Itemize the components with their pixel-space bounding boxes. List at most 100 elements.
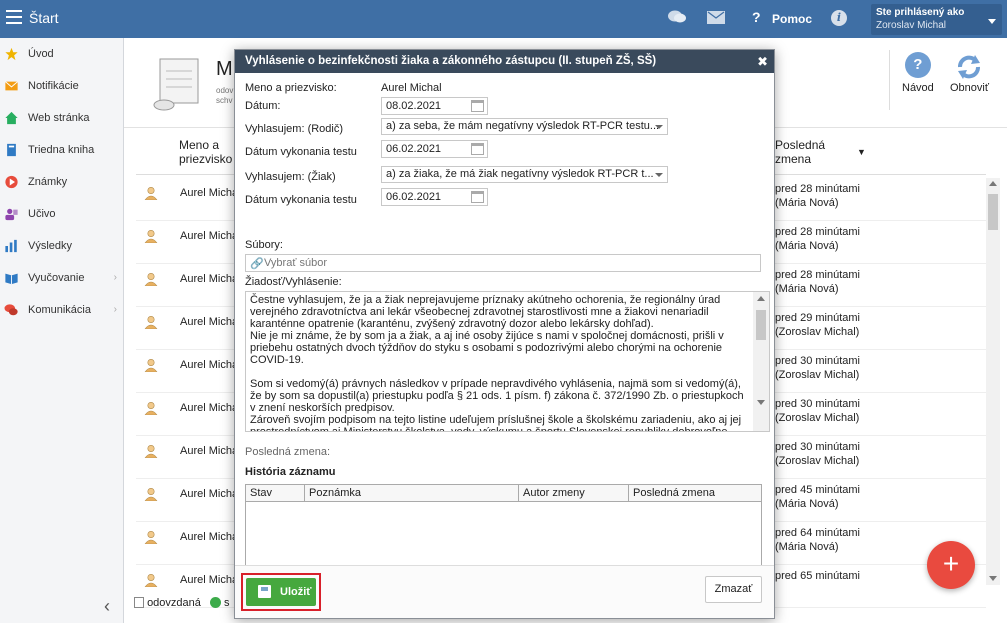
- column-header[interactable]: Stav: [246, 485, 305, 501]
- name-label: Meno a priezvisko:: [245, 82, 337, 94]
- dialog-title: Vyhlásenie o bezinfekčnosti žiaka a záko…: [245, 55, 657, 67]
- sidebar-item-label: Komunikácia: [28, 304, 91, 316]
- sidebar-item-label: Úvod: [28, 48, 54, 60]
- date-field[interactable]: 08.02.2021: [381, 97, 488, 115]
- bar-chart-icon: [5, 239, 17, 253]
- top-bar: Štart ? Pomoc i Ste prihlásený ako Zoros…: [0, 0, 1007, 38]
- sidebar-item-triedna-kniha[interactable]: Triedna kniha: [0, 134, 123, 166]
- chat-bubbles-icon: [4, 304, 18, 316]
- row-last-change: pred 30 minútami (Zoroslav Michal): [775, 441, 860, 467]
- person-icon: [144, 573, 158, 587]
- document-scroll-icon: [153, 58, 199, 111]
- dropdown-arrow-icon: [655, 173, 663, 177]
- save-button[interactable]: Uložiť: [246, 578, 316, 606]
- request-label: Žiadosť/Vyhlásenie:: [245, 276, 342, 288]
- dropdown-arrow-icon: [655, 125, 663, 129]
- sidebar-item-label: Vyučovanie: [28, 272, 85, 284]
- sidebar-item-ucivo[interactable]: Učivo: [0, 198, 123, 230]
- row-name[interactable]: Aurel Micha: [180, 445, 238, 457]
- scroll-thumb[interactable]: [756, 310, 766, 340]
- question-icon: ?: [904, 52, 931, 78]
- chevron-right-icon: ›: [113, 272, 117, 283]
- sidebar-item-vyucovanie[interactable]: Vyučovanie ›: [0, 262, 123, 294]
- row-name[interactable]: Aurel Micha: [180, 230, 238, 242]
- sidebar-item-komunikacia[interactable]: Komunikácia ›: [0, 294, 123, 326]
- close-icon[interactable]: ✖: [757, 50, 768, 73]
- row-name[interactable]: Aurel Micha: [180, 273, 238, 285]
- sidebar-item-label: Výsledky: [28, 240, 73, 252]
- last-change-label: Posledná zmena:: [245, 446, 330, 458]
- row-name[interactable]: Aurel Micha: [180, 359, 238, 371]
- row-name[interactable]: Aurel Micha: [180, 488, 238, 500]
- sidebar-item-label: Notifikácie: [28, 80, 79, 92]
- person-icon: [144, 358, 158, 372]
- row-name[interactable]: Aurel Micha: [180, 316, 238, 328]
- row-last-change: pred 28 minútami (Mária Nová): [775, 183, 860, 209]
- row-name[interactable]: Aurel Micha: [180, 531, 238, 543]
- user-menu[interactable]: Ste prihlásený ako Zoroslav Michal: [871, 4, 1002, 35]
- column-header[interactable]: Autor zmeny: [519, 485, 629, 501]
- row-name[interactable]: Aurel Micha: [180, 187, 238, 199]
- scroll-thumb[interactable]: [988, 194, 998, 230]
- column-header-name[interactable]: Meno a priezvisko: [179, 138, 232, 166]
- sidebar-item-label: Web stránka: [28, 112, 90, 124]
- column-header[interactable]: Posledná zmena: [629, 485, 760, 501]
- calendar-icon[interactable]: [471, 143, 484, 155]
- sidebar-item-vysledky[interactable]: Výsledky: [0, 230, 123, 262]
- page-subtitle: odov schv: [216, 86, 234, 105]
- row-last-change: pred 29 minútami (Zoroslav Michal): [775, 312, 860, 338]
- scroll-down-icon[interactable]: [989, 576, 997, 581]
- info-icon[interactable]: i: [831, 10, 847, 26]
- home-icon: [5, 111, 18, 125]
- sort-desc-icon[interactable]: ▼: [857, 147, 866, 157]
- files-label: Súbory:: [245, 239, 283, 251]
- table-scrollbar[interactable]: [986, 178, 1000, 585]
- textarea-scrollbar[interactable]: [753, 292, 769, 431]
- scroll-up-icon[interactable]: [757, 296, 765, 301]
- paperclip-icon: 🔗: [250, 258, 264, 270]
- column-header-last-change[interactable]: Posledná zmena: [775, 138, 825, 166]
- parent-test-date-label: Dátum vykonania testu: [245, 146, 357, 158]
- file-picker[interactable]: 🔗 Vybrať súbor: [245, 254, 761, 272]
- parent-declaration-select[interactable]: a) za seba, že mám negatívny výsledok RT…: [381, 118, 668, 135]
- sidebar-item-label: Triedna kniha: [28, 144, 95, 156]
- scroll-down-icon[interactable]: [757, 400, 765, 405]
- chat-icon[interactable]: [668, 9, 686, 25]
- parent-test-date-field[interactable]: 06.02.2021: [381, 140, 488, 158]
- row-last-change: pred 65 minútami: [775, 570, 860, 582]
- pupil-declaration-label: Vyhlasujem: (Žiak): [245, 171, 336, 183]
- refresh-icon: [958, 55, 981, 79]
- declaration-textarea[interactable]: Čestne vyhlasujem, že ja a žiak neprejav…: [245, 291, 770, 432]
- delete-button[interactable]: Zmazať: [705, 576, 762, 603]
- row-last-change: pred 64 minútami (Mária Nová): [775, 527, 860, 553]
- person-icon: [144, 315, 158, 329]
- sidebar-item-web-stranka[interactable]: Web stránka: [0, 102, 123, 134]
- column-header[interactable]: Poznámka: [305, 485, 519, 501]
- pupil-test-date-field[interactable]: 06.02.2021: [381, 188, 488, 206]
- sidebar-item-notifikacie[interactable]: Notifikácie: [0, 70, 123, 102]
- help-icon[interactable]: ?: [752, 9, 761, 25]
- guide-button[interactable]: ? Návod: [902, 52, 934, 94]
- row-name[interactable]: Aurel Micha: [180, 574, 238, 586]
- check-circle-icon: [209, 597, 221, 608]
- save-button-highlight: Uložiť: [241, 573, 321, 611]
- page-title: M: [216, 58, 233, 80]
- sidebar: Úvod Notifikácie Web stránka Triedna kni…: [0, 38, 124, 623]
- calendar-icon[interactable]: [471, 100, 484, 112]
- declaration-dialog: Vyhlásenie o bezinfekčnosti žiaka a záko…: [234, 49, 775, 619]
- calendar-icon[interactable]: [471, 191, 484, 203]
- book-icon: [7, 143, 16, 157]
- hamburger-menu-icon[interactable]: [6, 10, 22, 24]
- add-button[interactable]: +: [927, 541, 975, 589]
- row-name[interactable]: Aurel Micha: [180, 402, 238, 414]
- person-icon: [144, 530, 158, 544]
- scroll-up-icon[interactable]: [989, 181, 997, 186]
- app-title[interactable]: Štart: [29, 10, 59, 26]
- refresh-button[interactable]: Obnoviť: [950, 52, 989, 94]
- collapse-sidebar-icon[interactable]: ‹: [104, 596, 110, 617]
- sidebar-item-uvod[interactable]: Úvod: [0, 38, 123, 70]
- help-link[interactable]: Pomoc: [772, 12, 812, 26]
- mail-icon[interactable]: [707, 11, 725, 24]
- sidebar-item-znamky[interactable]: Známky: [0, 166, 123, 198]
- pupil-declaration-select[interactable]: a) za žiaka, že má žiak negatívny výsled…: [381, 166, 668, 183]
